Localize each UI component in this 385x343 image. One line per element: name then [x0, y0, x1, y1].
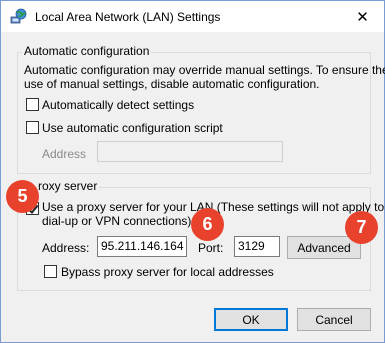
auto-detect-label[interactable]: Automatically detect settings	[42, 98, 194, 112]
annotation-badge-5: 5	[6, 180, 39, 213]
use-script-label[interactable]: Use automatic configuration script	[42, 121, 223, 135]
bypass-local-checkbox[interactable]	[44, 265, 57, 278]
cancel-button[interactable]: Cancel	[297, 308, 371, 331]
automatic-description-line1: Automatic configuration may override man…	[24, 63, 385, 77]
automatic-description-line2: use of manual settings, disable automati…	[24, 77, 320, 91]
annotation-badge-6: 6	[191, 208, 224, 241]
script-address-label: Address	[42, 147, 87, 161]
close-button[interactable]: ✕	[341, 1, 384, 32]
annotation-badge-7: 7	[345, 211, 378, 244]
proxy-address-input[interactable]: 95.211.146.164	[97, 236, 187, 257]
window-title: Local Area Network (LAN) Settings	[35, 10, 221, 24]
script-address-input[interactable]	[97, 141, 283, 162]
use-proxy-label-line2[interactable]: dial-up or VPN connections).	[42, 214, 195, 228]
lan-settings-dialog: Local Area Network (LAN) Settings ✕ Auto…	[0, 0, 385, 343]
use-script-checkbox[interactable]	[26, 121, 39, 134]
proxy-address-label: Address:	[42, 241, 90, 255]
proxy-port-label: Port:	[198, 241, 224, 255]
ok-button[interactable]: OK	[214, 308, 288, 331]
proxy-port-input[interactable]: 3129	[234, 236, 280, 257]
close-icon: ✕	[356, 8, 369, 26]
bypass-local-label[interactable]: Bypass proxy server for local addresses	[61, 265, 274, 279]
network-globe-icon	[10, 8, 27, 25]
automatic-configuration-legend: Automatic configuration	[22, 44, 152, 58]
auto-detect-checkbox[interactable]	[26, 98, 39, 111]
title-bar: Local Area Network (LAN) Settings ✕	[1, 1, 384, 32]
proxy-server-legend: roxy server	[36, 179, 100, 193]
